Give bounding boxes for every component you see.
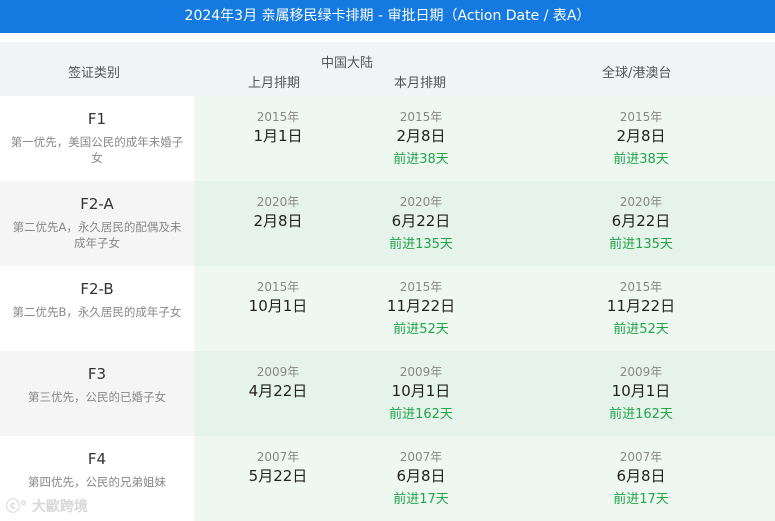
dates-cells: 2007年 5月22日 2007年 6月8日 前进17天 2007年 6月8日 … <box>194 436 775 521</box>
category-cell: F1 第一优先，美国公民的成年未婚子女 <box>0 96 194 181</box>
dates-cells: 2015年 10月1日 2015年 11月22日 前进52天 2015年 11月… <box>194 266 775 351</box>
dates-cells: 2020年 2月8日 2020年 6月22日 前进135天 2020年 6月22… <box>194 181 775 266</box>
this-month-advance: 前进162天 <box>389 407 453 422</box>
watermark-logo-icon: ⓒ° <box>6 499 32 515</box>
global-year: 2020年 <box>619 195 663 209</box>
this-month-year: 2020年 <box>399 195 443 209</box>
visa-description: 第三优先，公民的已婚子女 <box>28 390 166 404</box>
global-year: 2015年 <box>619 110 663 124</box>
visa-code: F2-A <box>80 195 114 213</box>
visa-code: F3 <box>87 365 107 383</box>
last-month-header: 上月排期 <box>248 76 301 91</box>
this-month-date: 2月8日 <box>396 127 446 145</box>
table-row: F3 第三优先，公民的已婚子女 2009年 4月22日 2009年 10月1日 … <box>0 351 775 436</box>
table-row: F4 第四优先，公民的兄弟姐妹 2007年 5月22日 2007年 6月8日 前… <box>0 436 775 521</box>
last-month-date: 10月1日 <box>248 297 308 315</box>
global-advance: 前进17天 <box>613 492 669 507</box>
dates-cells: 2009年 4月22日 2009年 10月1日 前进162天 2009年 10月… <box>194 351 775 436</box>
this-month-advance: 前进135天 <box>389 237 453 252</box>
global-advance: 前进38天 <box>613 152 669 167</box>
visa-description: 第一优先，美国公民的成年未婚子女 <box>10 135 184 165</box>
global-advance: 前进52天 <box>613 322 669 337</box>
this-month-date: 10月1日 <box>391 382 451 400</box>
watermark: ⓒ° 大歐跨境 <box>6 499 88 515</box>
this-month-advance: 前进38天 <box>393 152 449 167</box>
category-header: 签证类别 <box>68 66 121 81</box>
global-advance: 前进162天 <box>609 407 673 422</box>
visa-description: 第四优先，公民的兄弟姐妹 <box>28 475 166 489</box>
this-month-date: 6月8日 <box>396 467 446 485</box>
visa-description: 第二优先A，永久居民的配偶及未成年子女 <box>12 220 182 250</box>
this-month-year: 2015年 <box>399 280 443 294</box>
visa-code: F1 <box>87 110 107 128</box>
last-month-date: 2月8日 <box>253 212 303 230</box>
this-month-year: 2007年 <box>399 450 443 464</box>
last-month-year: 2007年 <box>256 450 300 464</box>
this-month-date: 6月22日 <box>391 212 451 230</box>
global-year: 2015年 <box>619 280 663 294</box>
global-date: 11月22日 <box>606 297 676 315</box>
this-month-year: 2009年 <box>399 365 443 379</box>
global-date: 6月8日 <box>616 467 666 485</box>
china-header: 中国大陆 <box>321 56 374 71</box>
this-month-header: 本月排期 <box>394 76 447 91</box>
table-row: F2-B 第二优先B，永久居民的成年子女 2015年 10月1日 2015年 1… <box>0 266 775 351</box>
global-advance: 前进135天 <box>609 237 673 252</box>
last-month-date: 1月1日 <box>253 127 303 145</box>
this-month-advance: 前进17天 <box>393 492 449 507</box>
category-cell: F2-B 第二优先B，永久居民的成年子女 <box>0 266 194 351</box>
visa-description: 第二优先B，永久居民的成年子女 <box>12 305 182 319</box>
this-month-date: 11月22日 <box>386 297 456 315</box>
global-year: 2007年 <box>619 450 663 464</box>
last-month-year: 2015年 <box>256 280 300 294</box>
table-row: F1 第一优先，美国公民的成年未婚子女 2015年 1月1日 2015年 2月8… <box>0 96 775 181</box>
dates-cells: 2015年 1月1日 2015年 2月8日 前进38天 2015年 2月8日 前… <box>194 96 775 181</box>
last-month-year: 2009年 <box>256 365 300 379</box>
global-header: 全球/港澳台 <box>602 66 672 81</box>
category-cell: F3 第三优先，公民的已婚子女 <box>0 351 194 436</box>
this-month-year: 2015年 <box>399 110 443 124</box>
this-month-advance: 前进52天 <box>393 322 449 337</box>
global-date: 2月8日 <box>616 127 666 145</box>
table-row: F2-A 第二优先A，永久居民的配偶及未成年子女 2020年 2月8日 2020… <box>0 181 775 266</box>
visa-code: F4 <box>87 450 107 468</box>
visa-code: F2-B <box>80 280 114 298</box>
last-month-date: 4月22日 <box>248 382 308 400</box>
last-month-year: 2015年 <box>256 110 300 124</box>
last-month-year: 2020年 <box>256 195 300 209</box>
global-date: 10月1日 <box>611 382 671 400</box>
global-date: 6月22日 <box>611 212 671 230</box>
page-title: 2024年3月 亲属移民绿卡排期 - 审批日期（Action Date / 表A… <box>0 0 775 33</box>
global-year: 2009年 <box>619 365 663 379</box>
last-month-date: 5月22日 <box>248 467 308 485</box>
category-cell: F2-A 第二优先A，永久居民的配偶及未成年子女 <box>0 181 194 266</box>
table-header: 签证类别 中国大陆 上月排期 本月排期 全球/港澳台 <box>0 42 775 96</box>
